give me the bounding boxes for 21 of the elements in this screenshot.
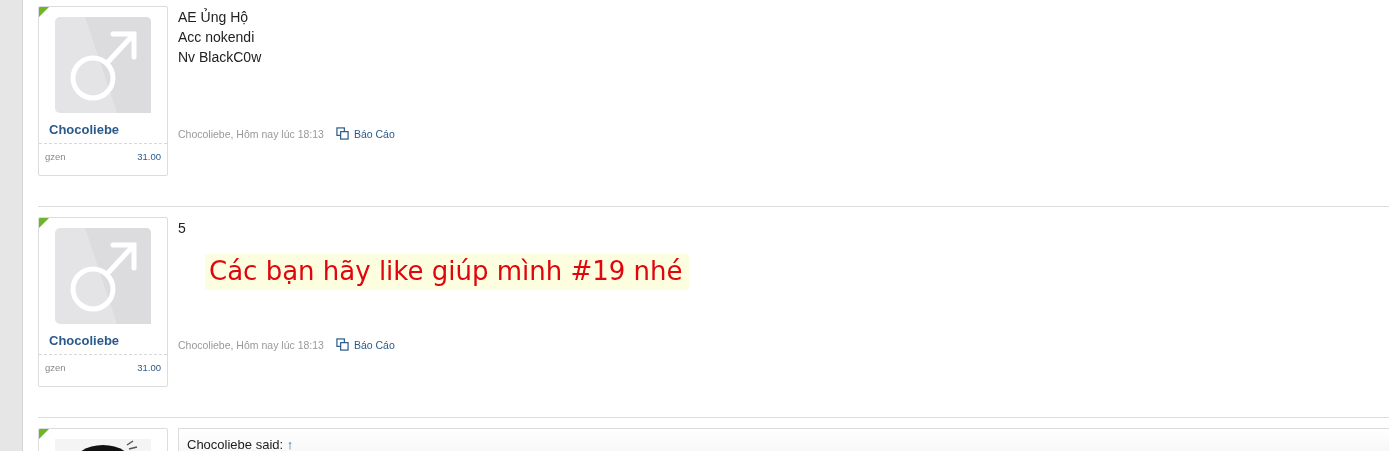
message-text: AE Ủng Hộ bbox=[178, 7, 250, 27]
highlighted-text: Các bạn hãy like giúp mình #19 nhé bbox=[205, 254, 689, 290]
message-text: Acc nokendi bbox=[178, 28, 256, 47]
report-link[interactable]: Báo Cáo bbox=[335, 338, 395, 351]
user-score: 31.00 bbox=[137, 362, 161, 374]
quote-link[interactable]: ↑ bbox=[286, 437, 294, 451]
username-link[interactable]: Chocoliebe bbox=[49, 333, 120, 349]
avatar-icon[interactable] bbox=[55, 228, 151, 324]
username-link[interactable]: Chocoliebe bbox=[49, 122, 120, 138]
message-text: 5 bbox=[178, 219, 187, 238]
avatar-icon[interactable] bbox=[55, 17, 151, 113]
copy-icon bbox=[335, 338, 349, 351]
user-score: 31.00 bbox=[137, 151, 161, 163]
post-byline: Chocoliebe, Hôm nay lúc 18:13 bbox=[178, 127, 324, 140]
quote-header: Chocoliebe said: ↑ bbox=[178, 428, 1389, 451]
message-text: Nv BlackC0w bbox=[178, 48, 263, 67]
report-link[interactable]: Báo Cáo bbox=[335, 127, 395, 140]
copy-icon bbox=[335, 127, 349, 140]
post-byline: Chocoliebe, Hôm nay lúc 18:13 bbox=[178, 338, 324, 351]
user-title: gzen bbox=[45, 362, 66, 374]
user-title: gzen bbox=[45, 151, 66, 163]
